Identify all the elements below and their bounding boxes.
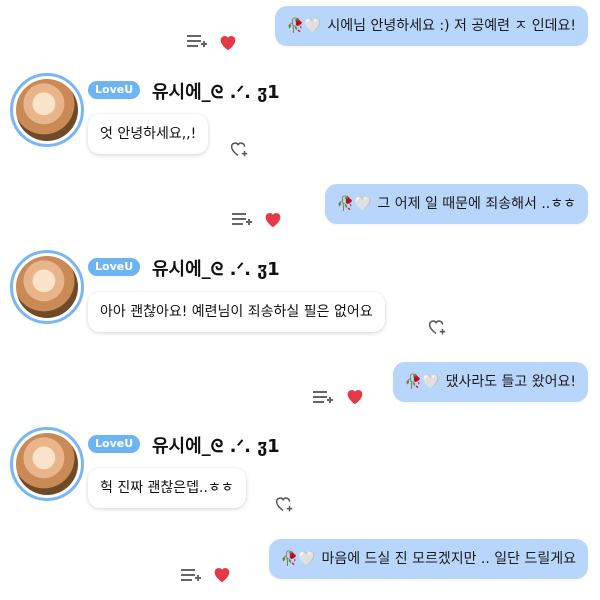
message-bubble[interactable]: 🥀🤍 그 어제 일 때문에 죄송해서 ..ㅎㅎ [324,184,588,224]
message-bubble[interactable]: 아아 괜찮아요! 예련님이 죄송하실 필은 없어요 [88,292,385,332]
avatar[interactable] [10,73,84,147]
add-reaction-icon[interactable] [228,138,250,160]
heart-icon[interactable] [211,563,233,585]
avatar[interactable] [10,427,84,501]
menu-add-icon[interactable] [312,388,334,406]
add-reaction-icon[interactable] [273,493,295,515]
rose-heart-emoji: 🥀🤍 [336,196,372,212]
user-badge: LoveU [88,81,141,99]
avatar[interactable] [10,250,84,324]
user-badge: LoveU [88,435,141,453]
rose-heart-emoji: 🥀🤍 [404,374,440,390]
message-text: 마음에 드실 진 모르겠지만 .. 일단 드릴게요 [321,551,576,567]
add-reaction-icon[interactable] [426,316,448,338]
contact-name[interactable]: 유시에_ᘓ .ᐟ. ჳ1 [152,432,280,458]
message-text: 아아 괜찮아요! 예련님이 죄송하실 필은 없어요 [100,304,373,320]
rose-heart-emoji: 🥀🤍 [286,18,322,34]
heart-icon[interactable] [262,208,284,230]
contact-name[interactable]: 유시에_ᘓ .ᐟ. ჳ1 [152,255,280,281]
message-text: 헉 진짜 괜찮은뎁..ㅎㅎ [100,480,234,496]
message-text: 시에님 안녕하세요 :) 저 공예련 ㅈ 인데요! [327,18,576,34]
heart-icon[interactable] [217,31,239,53]
message-bubble[interactable]: 헉 진짜 괜찮은뎁..ㅎㅎ [88,468,246,508]
message-bubble[interactable]: 🥀🤍 마음에 드실 진 모르겠지만 .. 일단 드릴게요 [268,539,588,579]
menu-add-icon[interactable] [231,210,253,228]
message-bubble[interactable]: 엇 안녕하세요,,! [88,114,209,154]
message-text: 댔사라도 들고 왔어요! [445,374,576,390]
rose-heart-emoji: 🥀🤍 [280,551,316,567]
contact-name[interactable]: 유시에_ᘓ .ᐟ. ჳ1 [152,78,280,104]
message-bubble[interactable]: 🥀🤍 시에님 안녕하세요 :) 저 공예련 ㅈ 인데요! [274,6,588,46]
message-text: 그 어제 일 때문에 죄송해서 ..ㅎㅎ [377,196,576,212]
message-bubble[interactable]: 🥀🤍 댔사라도 들고 왔어요! [392,362,588,402]
message-text: 엇 안녕하세요,,! [100,126,197,142]
heart-icon[interactable] [344,385,366,407]
user-badge: LoveU [88,258,141,276]
menu-add-icon[interactable] [180,566,202,584]
menu-add-icon[interactable] [186,32,208,50]
